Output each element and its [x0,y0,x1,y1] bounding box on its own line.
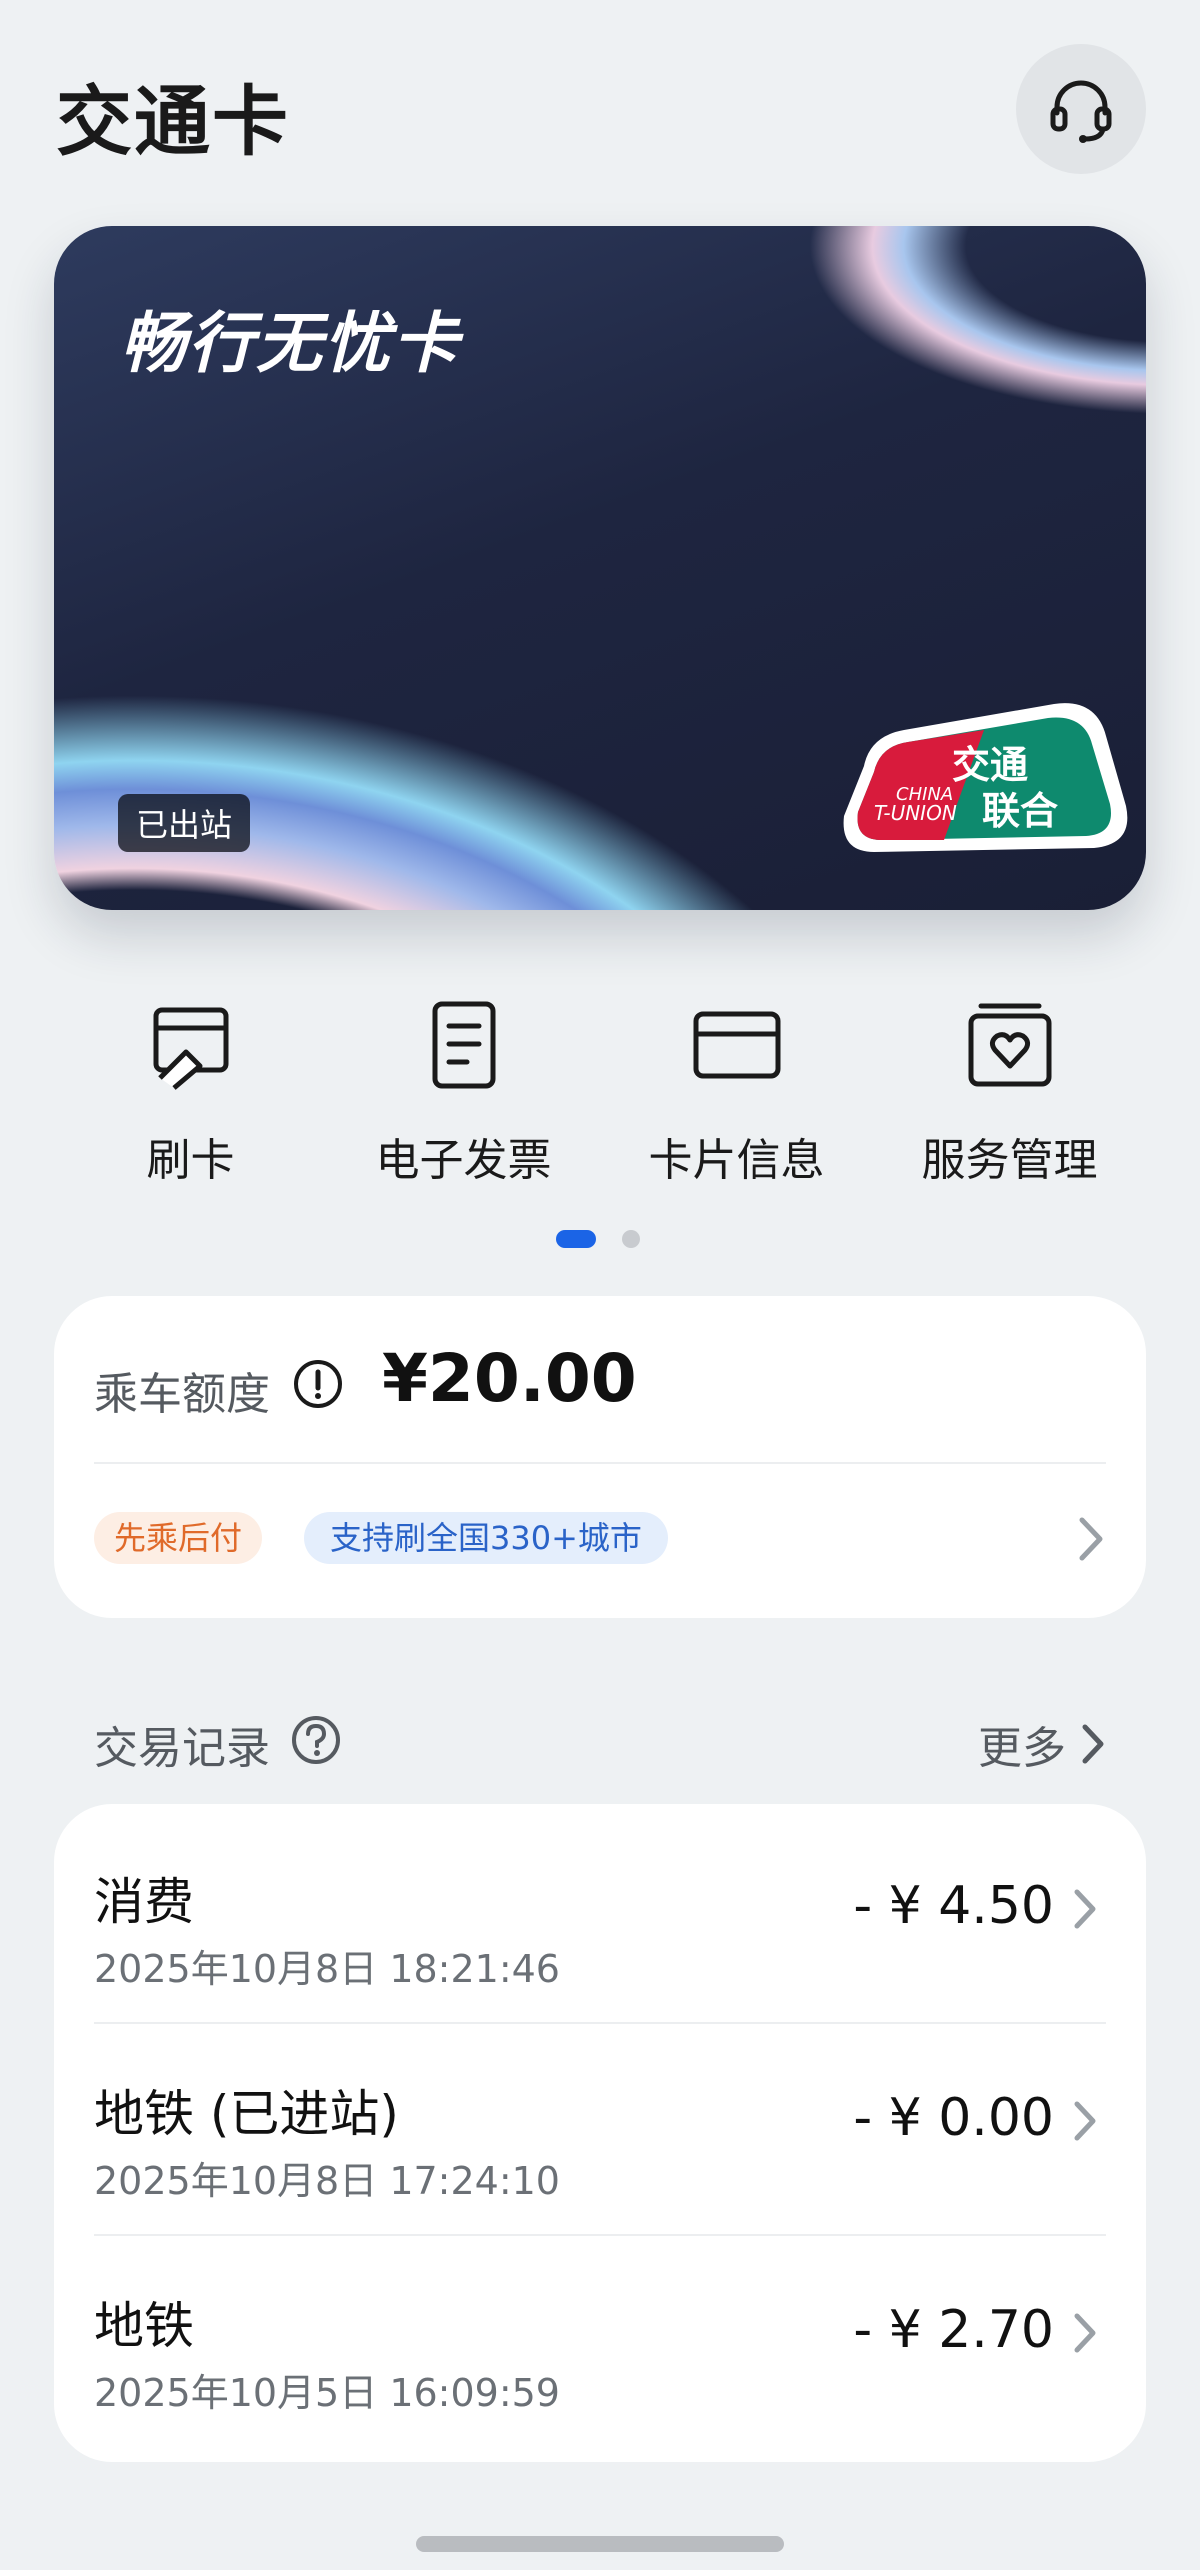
transaction-title: 地铁 (已进站) [94,2085,399,2143]
transaction-date: 2025年10月8日 17:24:10 [94,2159,560,2203]
action-service-manage[interactable]: 服务管理 [873,1000,1146,1200]
header: 交通卡 [0,0,1200,220]
transaction-row[interactable]: 消费 2025年10月8日 18:21:46 - ¥ 4.50 [54,1812,1146,2024]
headset-icon [1050,80,1112,143]
action-label: 卡片信息 [648,1135,825,1186]
action-label: 电子发票 [375,1135,552,1186]
service-manage-icon [968,1003,1051,1087]
action-card-info[interactable]: 卡片信息 [600,1000,873,1200]
transaction-row[interactable]: 地铁 2025年10月5日 16:09:59 - ¥ 2.70 [54,2236,1146,2448]
action-label: 刷卡 [146,1135,235,1186]
chevron-right-icon [1074,2101,1096,2141]
card-name: 畅行无忧卡 [120,305,460,382]
quick-actions: 刷卡 电子发票 卡片信息 服务管理 [54,1000,1146,1200]
chevron-right-icon [1082,1724,1104,1764]
swipe-card-icon [153,1007,228,1090]
pay-later-tag: 先乘后付 [94,1512,263,1564]
t-union-logo-en-bottom: T-UNION [874,801,957,825]
home-indicator[interactable] [416,2536,784,2552]
question-icon[interactable] [290,1714,342,1766]
transactions-list: 消费 2025年10月8日 18:21:46 - ¥ 4.50 地铁 (已进站)… [54,1804,1146,2462]
nationwide-cities-tag: 支持刷全国330+城市 [304,1512,668,1564]
chevron-right-icon [1074,2313,1096,2353]
transaction-amount: - ¥ 2.70 [853,2300,1054,2360]
invoice-icon [432,1001,495,1089]
t-union-logo: 交通 联合 CHINA T-UNION [843,703,1128,852]
card-status-badge: 已出站 [118,794,251,852]
more-transactions-link[interactable]: 更多 [978,1712,1106,1776]
action-swipe-card[interactable]: 刷卡 [54,1000,327,1200]
credit-panel[interactable]: 乘车额度 ¥20.00 先乘后付 支持刷全国330+城市 [54,1296,1146,1618]
transaction-row[interactable]: 地铁 (已进站) 2025年10月8日 17:24:10 - ¥ 0.00 [54,2024,1146,2236]
t-union-logo-cn-top: 交通 [952,743,1028,787]
page-dot-active[interactable] [556,1230,596,1248]
transaction-title: 地铁 [94,2297,194,2355]
transaction-amount: - ¥ 0.00 [853,2088,1054,2148]
page-dot[interactable] [622,1230,640,1248]
transaction-date: 2025年10月8日 18:21:46 [94,1947,560,1991]
transactions-title: 交易记录 [94,1723,270,1774]
credit-amount: ¥20.00 [382,1340,637,1417]
customer-service-button[interactable] [1016,44,1146,174]
page-title: 交通卡 [56,77,290,166]
more-label: 更多 [978,1723,1066,1774]
action-label: 服务管理 [921,1135,1098,1186]
transit-card[interactable]: 畅行无忧卡 已出站 交通 联合 CHINA T-UNION [54,226,1146,910]
action-invoice[interactable]: 电子发票 [327,1000,600,1200]
credit-label: 乘车额度 [94,1369,270,1420]
chevron-right-icon [1074,1889,1096,1929]
transaction-title: 消费 [94,1873,194,1931]
chevron-right-icon [1079,1517,1103,1561]
divider [94,1462,1106,1464]
card-info-icon [693,1011,780,1079]
info-icon[interactable] [292,1358,344,1410]
transaction-date: 2025年10月5日 16:09:59 [94,2371,560,2415]
transaction-amount: - ¥ 4.50 [853,1876,1054,1936]
t-union-logo-cn-bottom: 联合 [982,789,1058,833]
